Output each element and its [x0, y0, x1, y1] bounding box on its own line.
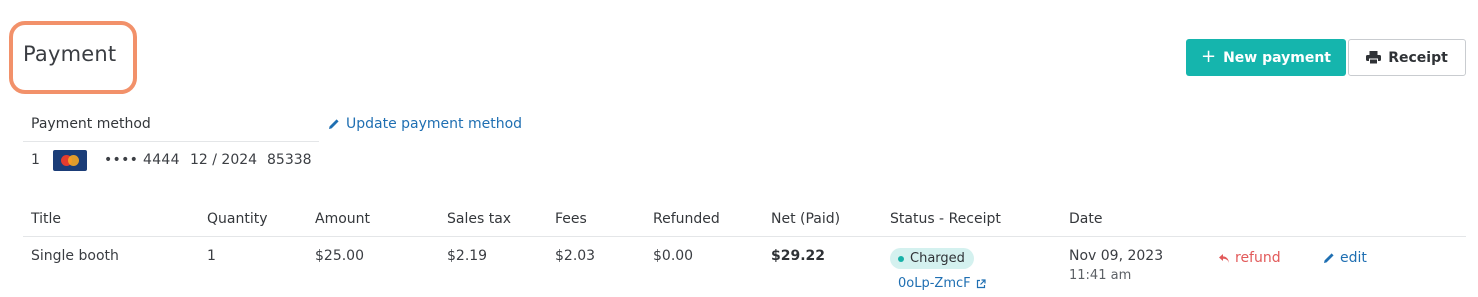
- column-header-title: Title: [31, 211, 62, 227]
- pencil-icon: [328, 118, 340, 130]
- row-date: Nov 09, 2023: [1069, 248, 1164, 264]
- column-header-fees: Fees: [555, 211, 587, 227]
- column-header-amount: Amount: [315, 211, 371, 227]
- receipt-id-link[interactable]: 0oLp-ZmcF: [898, 276, 986, 291]
- card-zip: 85338: [267, 152, 312, 168]
- update-payment-method-link[interactable]: Update payment method: [328, 116, 522, 132]
- reply-arrow-icon: [1218, 253, 1230, 264]
- edit-label: edit: [1340, 250, 1367, 266]
- column-header-date: Date: [1069, 211, 1103, 227]
- column-header-status-receipt: Status - Receipt: [890, 211, 1001, 227]
- edit-link[interactable]: edit: [1323, 250, 1367, 266]
- column-header-quantity: Quantity: [207, 211, 268, 227]
- refund-label: refund: [1235, 250, 1281, 266]
- column-header-refunded: Refunded: [653, 211, 720, 227]
- row-quantity: 1: [207, 248, 216, 264]
- status-badge: Charged: [890, 248, 974, 269]
- status-label: Charged: [910, 251, 965, 266]
- update-payment-method-label: Update payment method: [346, 116, 523, 132]
- refund-link[interactable]: refund: [1218, 250, 1281, 266]
- mastercard-icon: [53, 150, 87, 171]
- receipt-button[interactable]: Receipt: [1348, 39, 1466, 76]
- table-header-divider: [23, 236, 1466, 237]
- column-header-net-paid: Net (Paid): [771, 211, 841, 227]
- row-sales-tax: $2.19: [447, 248, 488, 264]
- pencil-icon: [1323, 252, 1335, 264]
- external-link-icon: [976, 278, 986, 289]
- new-payment-label: New payment: [1223, 49, 1332, 66]
- payment-method-index: 1: [31, 152, 40, 168]
- page-title: Payment: [23, 42, 117, 66]
- receipt-id-label: 0oLp-ZmcF: [898, 276, 971, 291]
- row-title: Single booth: [31, 248, 119, 264]
- row-time: 11:41 am: [1069, 268, 1132, 283]
- row-fees: $2.03: [555, 248, 596, 264]
- row-net-paid: $29.22: [771, 248, 826, 264]
- status-dot-icon: [898, 255, 904, 262]
- payment-method-divider: [23, 141, 319, 142]
- column-header-sales-tax: Sales tax: [447, 211, 512, 227]
- row-amount: $25.00: [315, 248, 364, 264]
- receipt-label: Receipt: [1388, 49, 1448, 66]
- card-expiry: 12 / 2024: [190, 152, 258, 168]
- plus-icon: +: [1200, 46, 1217, 67]
- printer-icon: [1366, 51, 1382, 64]
- card-last4: •••• 4444: [104, 152, 180, 168]
- new-payment-button[interactable]: + New payment: [1186, 39, 1346, 76]
- row-refunded: $0.00: [653, 248, 694, 264]
- payment-method-heading: Payment method: [31, 116, 151, 132]
